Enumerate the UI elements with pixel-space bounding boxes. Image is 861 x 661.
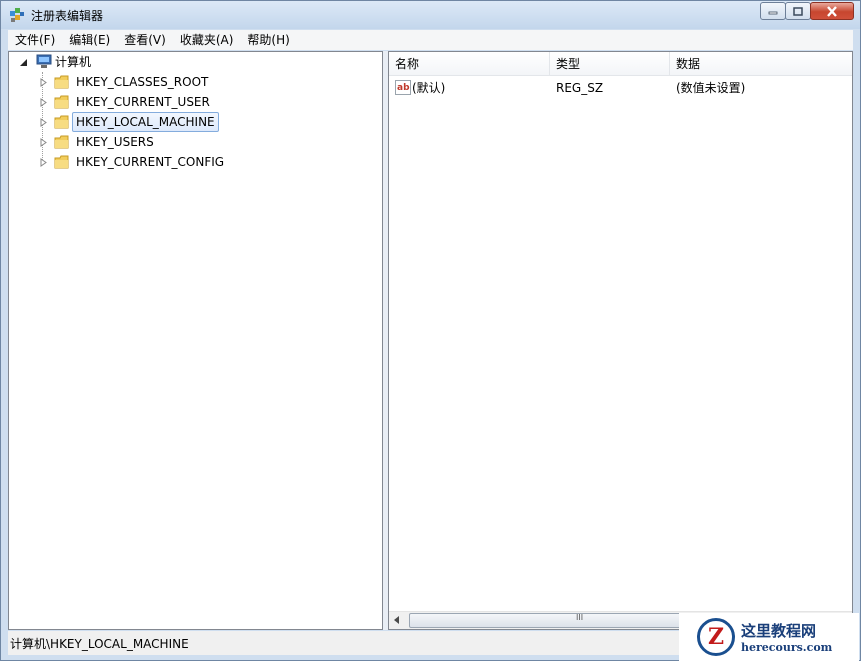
tree-node-label[interactable]: HKEY_CLASSES_ROOT xyxy=(73,73,211,91)
watermark-text-en: herecours.com xyxy=(741,641,833,654)
menu-edit[interactable]: 编辑(E) xyxy=(62,30,117,50)
values-list-pane[interactable]: 名称 类型 数据 ab (默认) REG_SZ (数值未设置) III xyxy=(388,51,853,630)
window-title: 注册表编辑器 xyxy=(31,9,104,23)
menu-favorites[interactable]: 收藏夹(A) xyxy=(173,30,241,50)
expand-arrow-icon[interactable] xyxy=(39,158,48,167)
column-header-name[interactable]: 名称 xyxy=(389,52,550,76)
key-tree-pane[interactable]: 计算机 HKEY_CLASSES_ROOT HKEY_CURRENT_USER … xyxy=(8,51,383,630)
svg-text:ab: ab xyxy=(397,83,410,93)
expand-arrow-icon[interactable] xyxy=(39,98,48,107)
regedit-icon xyxy=(10,8,24,22)
expand-arrow-icon[interactable] xyxy=(39,118,48,127)
menu-bar: 文件(F) 编辑(E) 查看(V) 收藏夹(A) 帮助(H) xyxy=(8,30,853,50)
watermark-logo: Z 这里教程网 herecours.com xyxy=(679,613,859,661)
expand-arrow-icon[interactable] xyxy=(39,138,48,147)
tree-node-label[interactable]: HKEY_CURRENT_USER xyxy=(73,93,213,111)
folder-icon xyxy=(54,75,69,89)
column-header-type[interactable]: 类型 xyxy=(550,52,670,76)
minimize-button[interactable] xyxy=(760,2,786,20)
close-icon xyxy=(827,5,837,17)
string-value-icon: ab xyxy=(395,80,411,95)
close-button[interactable] xyxy=(810,2,854,20)
value-data: (数值未设置) xyxy=(676,81,746,95)
folder-icon xyxy=(54,115,69,129)
title-bar[interactable]: 注册表编辑器 xyxy=(1,1,860,29)
folder-icon xyxy=(54,135,69,149)
regedit-window: 注册表编辑器 文件(F) 编辑(E) 查看(V) 收藏夹(A) 帮助(H) 计算… xyxy=(0,0,861,661)
tree-node-label[interactable]: HKEY_CURRENT_CONFIG xyxy=(73,153,227,171)
value-type: REG_SZ xyxy=(556,81,604,95)
collapse-arrow-icon[interactable] xyxy=(19,58,28,67)
menu-help[interactable]: 帮助(H) xyxy=(240,30,296,50)
maximize-button[interactable] xyxy=(785,2,811,20)
scroll-left-arrow-icon[interactable] xyxy=(394,616,400,624)
menu-view[interactable]: 查看(V) xyxy=(117,30,173,50)
column-header-data[interactable]: 数据 xyxy=(670,52,852,76)
watermark-emblem: Z xyxy=(697,618,735,656)
scrollbar-grip: III xyxy=(576,613,584,622)
minimize-icon xyxy=(768,11,778,15)
tree-node-label[interactable]: 计算机 xyxy=(52,53,94,71)
folder-icon xyxy=(54,155,69,169)
tree-node-label[interactable]: HKEY_USERS xyxy=(73,133,157,151)
maximize-icon xyxy=(793,6,803,16)
watermark-text-cn: 这里教程网 xyxy=(741,622,817,640)
computer-icon xyxy=(36,54,52,68)
expand-arrow-icon[interactable] xyxy=(39,78,48,87)
tree-node-label-selected[interactable]: HKEY_LOCAL_MACHINE xyxy=(72,112,219,132)
menu-file[interactable]: 文件(F) xyxy=(8,30,62,50)
status-path: 计算机\HKEY_LOCAL_MACHINE xyxy=(10,636,189,651)
folder-icon xyxy=(54,95,69,109)
value-name: (默认) xyxy=(412,81,446,95)
